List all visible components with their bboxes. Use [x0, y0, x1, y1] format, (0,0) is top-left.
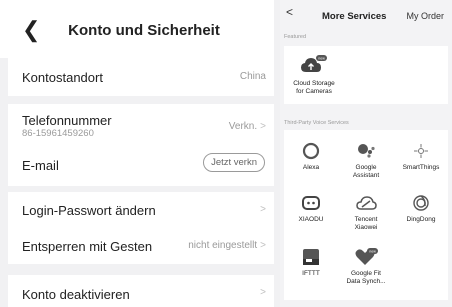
- account-location-label: Kontostandort: [22, 70, 103, 85]
- new-badge: new: [369, 250, 376, 254]
- gesture-unlock-status: nicht eingestellt >: [188, 240, 266, 251]
- phone-number: 86-15961459260: [22, 128, 94, 139]
- more-services-panel: < More Services My Order Featured new Cl…: [280, 0, 452, 307]
- gesture-unlock-value: nicht eingestellt: [188, 240, 258, 251]
- service-name: XIAODU: [298, 216, 324, 223]
- chevron-right-icon: >: [260, 204, 266, 215]
- service-name: Alexa: [302, 164, 320, 171]
- featured-section-label: Featured: [284, 34, 307, 40]
- service-xiaodu[interactable]: XIAODU: [284, 194, 338, 224]
- service-google-fit[interactable]: new Google Fit Data Synch...: [339, 248, 393, 285]
- featured-card: new Cloud Storage for Cameras: [284, 46, 448, 104]
- google-assistant-icon: [358, 144, 375, 158]
- deactivate-row[interactable]: Konto deaktivieren >: [8, 275, 274, 307]
- service-name: Cloud Storage for Cameras: [293, 80, 335, 95]
- chevron-right-icon: >: [260, 287, 266, 298]
- gesture-unlock-label: Entsperren mit Gesten: [22, 239, 153, 254]
- new-badge: new: [318, 57, 325, 61]
- page-title: Konto und Sicherheit: [68, 22, 220, 39]
- chevron-right-icon: >: [260, 121, 266, 132]
- services-title: More Services: [322, 11, 387, 22]
- chevron-right-icon: >: [260, 240, 266, 251]
- deactivate-card: Konto deaktivieren >: [8, 275, 274, 307]
- security-card: Login-Passwort ändern > Entsperren mit G…: [8, 192, 274, 264]
- xiaodu-icon: [302, 196, 320, 210]
- service-dingdong[interactable]: DingDong: [394, 194, 448, 224]
- contact-card: Telefonnummer 86-15961459260 Verkn. > E-m…: [8, 104, 274, 186]
- phone-row[interactable]: Telefonnummer 86-15961459260 Verkn. >: [8, 104, 274, 148]
- phone-linked-value: Verkn.: [228, 121, 258, 132]
- smartthings-icon: [414, 144, 428, 158]
- change-password-label: Login-Passwort ändern: [22, 203, 156, 218]
- alexa-icon: [302, 142, 320, 160]
- ifttt-icon: [303, 249, 319, 265]
- change-password-row[interactable]: Login-Passwort ändern >: [8, 192, 274, 228]
- cloud-icon: new: [301, 55, 327, 72]
- change-password-chevron: >: [257, 204, 266, 215]
- service-google-assistant[interactable]: Google Assistant: [339, 142, 393, 179]
- account-location-value: China: [239, 71, 266, 82]
- service-name: DingDong: [406, 216, 436, 223]
- service-name: Google Fit Data Synch...: [346, 270, 386, 285]
- deactivate-chevron: >: [257, 287, 266, 298]
- service-alexa[interactable]: Alexa: [284, 142, 338, 172]
- voice-services-section-label: Third-Party Voice Services: [284, 120, 349, 126]
- service-ifttt[interactable]: IFTTT: [284, 248, 338, 278]
- deactivate-label: Konto deaktivieren: [22, 287, 130, 302]
- phone-label: Telefonnummer: [22, 113, 112, 128]
- location-card: Kontostandort China: [8, 58, 274, 96]
- google-fit-icon: new: [355, 248, 378, 265]
- top-nav: ❮ Konto und Sicherheit: [0, 0, 274, 58]
- back-chevron-icon[interactable]: <: [286, 5, 293, 19]
- tencent-xiaowei-icon: [356, 196, 377, 210]
- voice-services-card: Alexa Google Assistant SmartThings XIAOD…: [284, 130, 448, 300]
- service-tencent-xiaowei[interactable]: Tencent Xiaowei: [339, 194, 393, 231]
- email-label: E-mail: [22, 158, 59, 173]
- email-link-button[interactable]: Jetzt verkn: [203, 153, 265, 172]
- service-smartthings[interactable]: SmartThings: [394, 142, 448, 172]
- email-row[interactable]: E-mail Jetzt verkn: [8, 148, 274, 186]
- service-cloud-storage[interactable]: new Cloud Storage for Cameras: [286, 54, 342, 95]
- phone-linked-status: Verkn. >: [229, 121, 266, 132]
- service-name: Google Assistant: [352, 164, 380, 179]
- service-name: IFTTT: [302, 270, 320, 277]
- account-location-row[interactable]: Kontostandort China: [8, 58, 274, 96]
- dingdong-icon: [413, 195, 429, 211]
- gesture-unlock-row[interactable]: Entsperren mit Gesten nicht eingestellt >: [8, 228, 274, 264]
- account-security-panel: ❮ Konto und Sicherheit Kontostandort Chi…: [0, 0, 274, 307]
- service-name: Tencent Xiaowei: [354, 216, 378, 231]
- services-nav: < More Services My Order: [280, 0, 452, 26]
- service-name: SmartThings: [402, 164, 440, 171]
- my-order-link[interactable]: My Order: [406, 11, 444, 21]
